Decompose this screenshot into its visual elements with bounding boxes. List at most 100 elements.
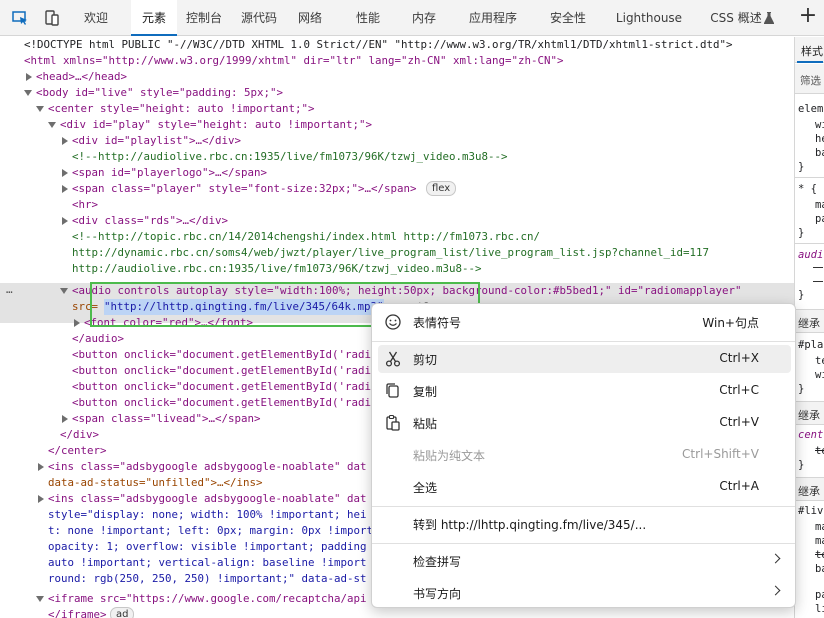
tree-row[interactable]: <html xmlns="http://www.w3.org/1999/xhtm… xyxy=(0,53,794,69)
menu-item-writing-direction[interactable]: 书写方向 xyxy=(378,579,791,607)
expand-triangle-icon[interactable] xyxy=(74,319,80,327)
inspect-element-icon[interactable] xyxy=(11,9,29,27)
strikethrough-line xyxy=(813,267,823,268)
html-comment: http://dynamic.rbc.cn/soms4/web/jwzt/pla… xyxy=(72,246,710,259)
copy-icon xyxy=(386,383,399,398)
collapse-triangle-icon[interactable] xyxy=(24,90,32,96)
html-comment: <!--http://audiolive.rbc.cn:1935/live/fm… xyxy=(72,150,508,163)
rule-property: li xyxy=(815,603,824,615)
inherited-header: 继承 xyxy=(795,309,824,333)
tab-styles[interactable]: 样式 xyxy=(801,43,823,59)
html-tag: <html xmlns="http://www.w3.org/1999/xhtm… xyxy=(24,54,564,67)
rule-selector: elem xyxy=(798,103,824,115)
expand-triangle-icon[interactable] xyxy=(62,137,68,145)
button-tag: <button onclick="document.getElementById… xyxy=(72,348,372,361)
tab-elements[interactable]: 元素 xyxy=(131,0,177,36)
tree-row[interactable]: <div id="playlist">…</div> xyxy=(0,133,794,149)
font-red-tag: <font color="red">…</font> xyxy=(84,316,254,329)
menu-item-select-all[interactable]: 全选 Ctrl+A xyxy=(378,473,791,501)
src-attr-value[interactable]: "http://lhttp.qingting.fm/live/345/64k.m… xyxy=(104,299,384,315)
iframe-tag: <iframe src="https://www.google.com/reca… xyxy=(48,592,367,605)
tab-performance[interactable]: 性能 xyxy=(346,0,390,36)
body-tag: <body id="live" style="padding: 5px;"> xyxy=(36,86,284,99)
tab-lighthouse[interactable]: Lighthouse xyxy=(612,0,686,36)
menu-item-go-to-url[interactable]: 转到 http://lhttp.qingting.fm/live/345/... xyxy=(378,510,791,538)
ins-style-text: auto !important; vertical-align: baselin… xyxy=(48,556,367,569)
rule-selector: #liv xyxy=(798,505,824,517)
shortcut-text: Ctrl+A xyxy=(719,479,759,493)
ins-style-text: round: rgb(250, 250, 250) !important;" d… xyxy=(48,572,367,585)
tree-row[interactable]: <div class="rds">…</div> xyxy=(0,213,794,229)
audio-close-tag: </audio> xyxy=(72,332,125,345)
menu-item-cut[interactable]: 剪切 Ctrl+X xyxy=(378,345,791,373)
tab-css-overview[interactable]: CSS 概述 xyxy=(706,0,766,36)
tree-row[interactable]: <span class="player" style="font-size:32… xyxy=(0,181,794,197)
rule-property: ba xyxy=(815,563,824,575)
tab-sources[interactable]: 源代码 xyxy=(236,0,282,36)
rule-brace: } xyxy=(798,459,805,471)
flex-badge[interactable]: flex xyxy=(426,181,457,196)
tab-security[interactable]: 安全性 xyxy=(542,0,594,36)
clipboard-icon xyxy=(386,414,400,431)
expand-triangle-icon[interactable] xyxy=(62,415,68,423)
tree-row[interactable]: http://audiolive.rbc.cn:1935/live/fm1073… xyxy=(0,261,794,277)
tree-row[interactable]: <center style="height: auto !important;"… xyxy=(0,101,794,117)
tree-row[interactable]: <head>…</head> xyxy=(0,69,794,85)
device-emulation-icon[interactable] xyxy=(43,9,61,27)
tree-row[interactable]: <body id="live" style="padding: 5px;"> xyxy=(0,85,794,101)
scissors-icon xyxy=(385,351,401,367)
ins-style-text: opacity: 1; overflow: visible !important… xyxy=(48,540,367,553)
menu-separator xyxy=(372,543,795,544)
tree-row-selected[interactable]: <audio controls autoplay style="width:10… xyxy=(0,283,794,299)
tab-welcome[interactable]: 欢迎 xyxy=(73,0,119,36)
styles-tab-strip: 样式 xyxy=(795,37,824,63)
shortcut-text: Win+句点 xyxy=(702,316,759,330)
rule-brace: } xyxy=(798,383,805,395)
expand-triangle-icon[interactable] xyxy=(38,463,44,471)
iframe-close-tag: </iframe> xyxy=(48,608,107,618)
expand-triangle-icon[interactable] xyxy=(38,495,44,503)
center-close-tag: </center> xyxy=(48,444,107,457)
styles-pane: 样式 筛选 elem wi he ba } * { ma pa } audi }… xyxy=(794,37,824,618)
expand-triangle-icon[interactable] xyxy=(62,185,68,193)
rule-divider xyxy=(795,177,824,178)
menu-separator xyxy=(372,506,795,507)
tree-row[interactable]: <!--http://audiolive.rbc.cn:1935/live/fm… xyxy=(0,149,794,165)
experiment-flask-icon xyxy=(764,12,774,24)
styles-filter[interactable]: 筛选 xyxy=(795,64,824,94)
tab-application[interactable]: 应用程序 xyxy=(462,0,524,36)
menu-item-spellcheck[interactable]: 检查拼写 xyxy=(378,547,791,575)
tree-row[interactable]: http://dynamic.rbc.cn/soms4/web/jwzt/pla… xyxy=(0,245,794,261)
tree-row[interactable]: <div id="play" style="height: auto !impo… xyxy=(0,117,794,133)
expand-triangle-icon[interactable] xyxy=(62,217,68,225)
more-tabs-plus-icon[interactable]: + xyxy=(797,5,819,29)
tree-row[interactable]: <hr> xyxy=(0,197,794,213)
tab-memory[interactable]: 内存 xyxy=(402,0,446,36)
span-player-tag: <span class="player" style="font-size:32… xyxy=(72,182,417,195)
rule-property: ma xyxy=(815,535,824,547)
collapse-triangle-icon[interactable] xyxy=(36,106,44,112)
expand-triangle-icon[interactable] xyxy=(62,169,68,177)
active-tab-indicator xyxy=(797,61,823,63)
rule-property: ma xyxy=(815,199,824,211)
expand-triangle-icon[interactable] xyxy=(26,73,32,81)
tree-row[interactable]: </iframe> ad xyxy=(0,607,794,618)
menu-item-copy[interactable]: 复制 Ctrl+C xyxy=(378,377,791,405)
button-tag: <button onclick="document.getElementById… xyxy=(72,380,372,393)
tab-console[interactable]: 控制台 xyxy=(180,0,228,36)
rule-property: ma xyxy=(815,521,824,533)
menu-item-paste-plain[interactable]: 粘贴为纯文本 Ctrl+Shift+V xyxy=(378,441,791,469)
menu-item-emoji[interactable]: 表情符号 Win+句点 xyxy=(378,308,791,336)
menu-item-paste[interactable]: 粘贴 Ctrl+V xyxy=(378,409,791,437)
collapse-triangle-icon[interactable] xyxy=(36,596,44,602)
collapse-triangle-icon[interactable] xyxy=(48,122,56,128)
filter-input-label[interactable]: 筛选 xyxy=(800,73,821,88)
tree-row[interactable]: <span id="playerlogo">…</span> xyxy=(0,165,794,181)
rule-selector: audi xyxy=(798,249,824,261)
chevron-right-icon xyxy=(770,553,781,564)
tab-network[interactable]: 网络 xyxy=(288,0,332,36)
tree-row[interactable]: <!--http://topic.rbc.cn/14/2014chengshi/… xyxy=(0,229,794,245)
tree-row[interactable]: <!DOCTYPE html PUBLIC "-//W3C//DTD XHTML… xyxy=(0,37,794,53)
ad-badge[interactable]: ad xyxy=(110,607,135,618)
collapse-triangle-icon[interactable] xyxy=(60,288,68,294)
